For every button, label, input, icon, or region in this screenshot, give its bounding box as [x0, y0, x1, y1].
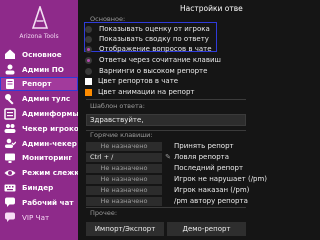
- sidebar-item-label: Основное: [22, 49, 62, 59]
- home-icon: [3, 48, 17, 60]
- hotkey-button[interactable]: Не назначено: [86, 141, 162, 151]
- hotkey-label: Игрок наказан (/pm): [174, 186, 250, 194]
- hotkey-label: /pm автору репорта: [174, 197, 248, 205]
- hotkey-row: Не назначено Игрок не нарушает (/pm): [86, 174, 267, 184]
- toggle-switch[interactable]: [85, 25, 92, 33]
- logo-text: Arizona Tools: [19, 33, 59, 40]
- toggle-row[interactable]: Показывать оценку от игрока: [85, 24, 243, 34]
- toggle-switch[interactable]: [85, 45, 92, 53]
- hotkey-button[interactable]: Ctrl + /: [86, 152, 162, 162]
- report-icon: [3, 78, 17, 90]
- demo-report-button[interactable]: Демо-репорт: [167, 222, 246, 236]
- hotkey-row: Ctrl + / ✎ Ловля репорта: [86, 152, 246, 162]
- hotkey-label: Последний репорт: [174, 164, 244, 172]
- window-title: Настройки отве: [180, 4, 243, 13]
- edit-icon[interactable]: ✎: [162, 153, 174, 161]
- hotkey-button[interactable]: Не назначено: [86, 174, 162, 184]
- template-input[interactable]: Здравствуйте,: [86, 114, 246, 126]
- sidebar-item[interactable]: Админ ПО: [0, 62, 78, 77]
- toggle-label: Показывать сводку по ответу: [99, 35, 209, 43]
- eye-icon: [3, 167, 17, 179]
- hotkey-row: Не назначено Принять репорт: [86, 141, 246, 151]
- color-label: Цвет анимации на репорт: [98, 88, 195, 96]
- toggle-label: Отображение вопросов в чате: [99, 45, 212, 53]
- toggle-row[interactable]: Отображение вопросов в чате: [85, 44, 243, 54]
- hotkey-row: Не назначено Последний репорт: [86, 163, 246, 173]
- toggle-label: Ответы через сочитание клавиш: [99, 56, 221, 64]
- color-swatch[interactable]: [85, 88, 92, 96]
- forms-icon: [3, 107, 17, 120]
- monitor-icon: [3, 152, 17, 164]
- sidebar-item[interactable]: Админ тулс: [0, 91, 78, 106]
- sidebar-item[interactable]: Админформы: [0, 106, 78, 121]
- sidebar-item-label: VIP Чат: [22, 212, 50, 222]
- sidebar-item-label: Мониторинг: [22, 153, 73, 163]
- tools-icon: [3, 93, 17, 105]
- hotkey-label: Игрок не нарушает (/pm): [174, 175, 268, 183]
- sidebar-item-label: Режим слежки: [22, 168, 78, 178]
- logo-icon: [32, 6, 48, 29]
- sidebar-item[interactable]: Репорт: [0, 76, 78, 92]
- toggle-switch[interactable]: [85, 56, 92, 64]
- sidebar-item-label: Админформы: [22, 109, 78, 119]
- logo: Arizona Tools: [0, 0, 78, 46]
- toggle-switch[interactable]: [85, 67, 92, 75]
- hotkey-row: Не назначено Игрок наказан (/pm): [86, 185, 250, 195]
- toggle-row[interactable]: Варнинги о высоком репорте: [85, 66, 243, 76]
- sidebar-item-label: Админ ПО: [22, 64, 64, 74]
- sidebar-item-label: Чекер игроков: [22, 123, 78, 133]
- sidebar-item-label: Админ тулс: [22, 94, 71, 104]
- hotkeys-section-label: Горячие клавиши:: [90, 131, 153, 139]
- hotkey-button[interactable]: Не назначено: [86, 196, 162, 206]
- sidebar-item[interactable]: Админ-чекер: [0, 136, 78, 151]
- import-export-button[interactable]: Импорт/Экспорт: [86, 222, 164, 236]
- other-section-label: Прочее:: [90, 209, 118, 217]
- toggle-switch[interactable]: [85, 35, 92, 43]
- sidebar-item-label: Биндер: [22, 183, 54, 193]
- hotkey-button[interactable]: Не назначено: [86, 185, 162, 195]
- sidebar-item[interactable]: Рабочий чат: [0, 195, 78, 210]
- toggle-row[interactable]: Показывать сводку по ответу: [85, 34, 243, 44]
- admin-checker-icon: [3, 137, 17, 149]
- hotkey-label: Ловля репорта: [174, 153, 230, 161]
- keyboard-icon: [3, 182, 17, 194]
- hotkey-row: Не назначено/pm автору репорта: [86, 196, 248, 206]
- sidebar-item[interactable]: Чекер игроков: [0, 121, 78, 136]
- sidebar-item-label: Репорт: [22, 79, 52, 89]
- sidebar: Arizona Tools Основное Админ ПО Репорт Адми…: [0, 0, 78, 240]
- sidebar-nav: Основное Админ ПО Репорт Админ тулс Админфор…: [0, 47, 78, 225]
- vip-chat-icon: [3, 211, 17, 223]
- color-label: Цвет репортов в чате: [98, 77, 179, 85]
- sidebar-item[interactable]: Режим слежки: [0, 165, 78, 180]
- color-row[interactable]: Цвет репортов в чате: [85, 76, 243, 86]
- divider: [86, 207, 246, 208]
- chat-icon: [3, 196, 17, 208]
- hotkey-button[interactable]: Не назначено: [86, 163, 162, 173]
- sidebar-item-label: Админ-чекер: [22, 138, 77, 148]
- color-swatch[interactable]: [85, 77, 92, 85]
- admin-icon: [3, 63, 17, 75]
- sidebar-item[interactable]: Основное: [0, 47, 78, 62]
- sidebar-item[interactable]: VIP Чат: [0, 210, 78, 225]
- divider: [86, 99, 246, 100]
- sidebar-item[interactable]: Биндер: [0, 180, 78, 195]
- template-section-label: Шаблон ответа:: [90, 102, 145, 110]
- toggle-label: Варнинги о высоком репорте: [99, 67, 208, 75]
- toggle-label: Показывать оценку от игрока: [99, 25, 210, 33]
- sidebar-item-label: Рабочий чат: [22, 197, 74, 207]
- toggle-row[interactable]: Ответы через сочитание клавиш: [85, 55, 243, 65]
- players-icon: [3, 122, 17, 134]
- sidebar-item[interactable]: Мониторинг: [0, 151, 78, 166]
- template-input-value: Здравствуйте,: [90, 116, 144, 124]
- hotkey-label: Принять репорт: [174, 142, 234, 150]
- color-row[interactable]: Цвет анимации на репорт: [85, 87, 243, 97]
